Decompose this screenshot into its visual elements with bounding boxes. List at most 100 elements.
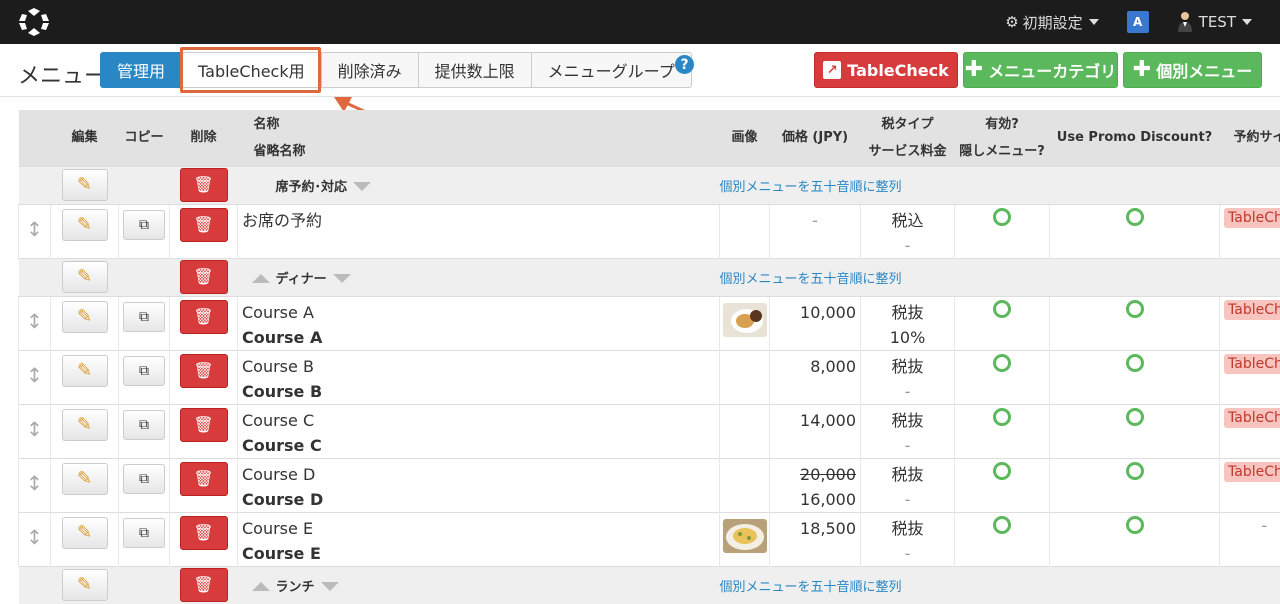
promo-status-icon[interactable] [1126,354,1144,372]
sort-link[interactable]: 個別メニューを五十音順に整列 [720,272,902,287]
name-cell: Course BCourse B [238,350,720,404]
tab-menu-group[interactable]: メニューグループ [532,52,692,88]
drag-handle-icon[interactable]: ↕ [19,204,51,258]
reservation-cell: TableCheck [1220,204,1280,258]
active-status-icon[interactable] [993,516,1011,534]
tablecheck-badge: TableCheck [1224,354,1280,374]
group-sort-cell: 個別メニューを五十音順に整列 [720,566,1280,604]
drag-handle-icon[interactable]: ↕ [19,458,51,512]
add-category-button[interactable]: ✚ メニューカテゴリ [963,52,1118,88]
copy-button[interactable]: ⧉ [123,302,165,332]
delete-button[interactable]: 🗑 [180,408,228,442]
delete-button[interactable]: 🗑 [180,462,228,496]
active-status-icon[interactable] [993,408,1011,426]
drag-handle-icon[interactable]: ↕ [19,512,51,566]
active-cell [955,512,1050,566]
item-price: 8,000 [770,354,856,379]
drag-handle-icon[interactable]: ↕ [19,296,51,350]
delete-button[interactable]: 🗑 [180,300,228,334]
user-menu[interactable]: TEST [1177,11,1252,33]
active-status-icon[interactable] [993,300,1011,318]
tax-cell: 税抜- [861,404,955,458]
promo-status-icon[interactable] [1126,462,1144,480]
table-row: ↕ ✎ ⧉ 🗑 Course ACourse A 10,000 税抜10% Ta… [19,296,1280,350]
copy-button[interactable]: ⧉ [123,210,165,240]
promo-status-icon[interactable] [1126,516,1144,534]
group-drag-cell [19,566,51,604]
group-edit-cell: ✎ [51,166,119,204]
tax-type: 税抜 [861,300,954,325]
tablecheck-button[interactable]: ↗ TableCheck [814,52,958,88]
add-category-label: メニューカテゴリ [988,58,1116,82]
copy-icon: ⧉ [139,471,149,487]
table-row: ↕ ✎ ⧉ 🗑 Course DCourse D 20,00016,000 税抜… [19,458,1280,512]
app-logo-icon[interactable] [18,7,50,37]
copy-button[interactable]: ⧉ [123,518,165,548]
edit-button[interactable]: ✎ [62,355,108,387]
delete-button[interactable]: 🗑 [180,516,228,550]
delete-button[interactable]: 🗑 [180,260,228,294]
move-up-icon[interactable] [252,274,270,283]
active-status-icon[interactable] [993,462,1011,480]
edit-button[interactable]: ✎ [62,409,108,441]
edit-button[interactable]: ✎ [62,209,108,241]
sort-link[interactable]: 個別メニューを五十音順に整列 [720,580,902,595]
reservation-cell: - [1220,512,1280,566]
edit-button[interactable]: ✎ [62,261,108,293]
trash-icon: 🗑 [193,469,213,488]
drag-handle-icon[interactable]: ↕ [19,404,51,458]
active-cell [955,404,1050,458]
top-bar: ⚙ 初期設定 A TEST [0,0,1280,44]
edit-button[interactable]: ✎ [62,517,108,549]
delete-button[interactable]: 🗑 [180,568,228,602]
item-price: 18,500 [770,516,856,541]
move-down-icon[interactable] [321,582,339,591]
service-fee: - [861,379,954,404]
sort-link[interactable]: 個別メニューを五十音順に整列 [720,180,902,195]
copy-button[interactable]: ⧉ [123,356,165,386]
edit-button[interactable]: ✎ [62,169,108,201]
price-cell: 8,000 [770,350,861,404]
item-price: 10,000 [770,300,856,325]
promo-status-icon[interactable] [1126,208,1144,226]
move-down-icon[interactable] [353,182,371,191]
delete-button[interactable]: 🗑 [180,208,228,242]
edit-button[interactable]: ✎ [62,301,108,333]
copy-button[interactable]: ⧉ [123,464,165,494]
tax-type: 税抜 [861,462,954,487]
delete-button[interactable]: 🗑 [180,168,228,202]
active-status-icon[interactable] [993,208,1011,226]
tax-type: 税抜 [861,408,954,433]
tablecheck-button-label: TableCheck [847,61,949,80]
table-row: ↕ ✎ ⧉ 🗑 お席の予約 - 税込- TableCheck [19,204,1280,258]
tab-admin[interactable]: 管理用 [100,52,182,88]
chevron-down-icon [1242,19,1252,25]
group-name: ディナー [276,272,327,287]
tab-deleted[interactable]: 削除済み [322,52,419,88]
edit-button[interactable]: ✎ [62,463,108,495]
add-item-button[interactable]: ✚ 個別メニュー [1123,52,1262,88]
name-cell: Course ECourse E [238,512,720,566]
tab-serving-limit[interactable]: 提供数上限 [419,52,532,88]
pencil-icon: ✎ [77,414,92,435]
reservation-cell: TableCheck [1220,404,1280,458]
promo-status-icon[interactable] [1126,300,1144,318]
move-down-icon[interactable] [333,274,351,283]
copy-button[interactable]: ⧉ [123,410,165,440]
help-icon[interactable]: ? [675,55,694,74]
item-short-name: Course A [238,325,719,350]
edit-button[interactable]: ✎ [62,569,108,601]
group-row: ✎ 🗑 席予約･対応 個別メニューを五十音順に整列 [19,166,1280,204]
move-up-icon[interactable] [252,582,270,591]
drag-handle-icon[interactable]: ↕ [19,350,51,404]
header-name-label: 名称 [254,111,720,138]
header-delete: 削除 [170,110,238,166]
price-cell: 20,00016,000 [770,458,861,512]
active-status-icon[interactable] [993,354,1011,372]
header-edit: 編集 [51,110,119,166]
delete-button[interactable]: 🗑 [180,354,228,388]
promo-status-icon[interactable] [1126,408,1144,426]
settings-menu[interactable]: ⚙ 初期設定 [1005,12,1098,33]
price-cell: - [770,204,861,258]
language-button[interactable]: A [1127,11,1149,33]
